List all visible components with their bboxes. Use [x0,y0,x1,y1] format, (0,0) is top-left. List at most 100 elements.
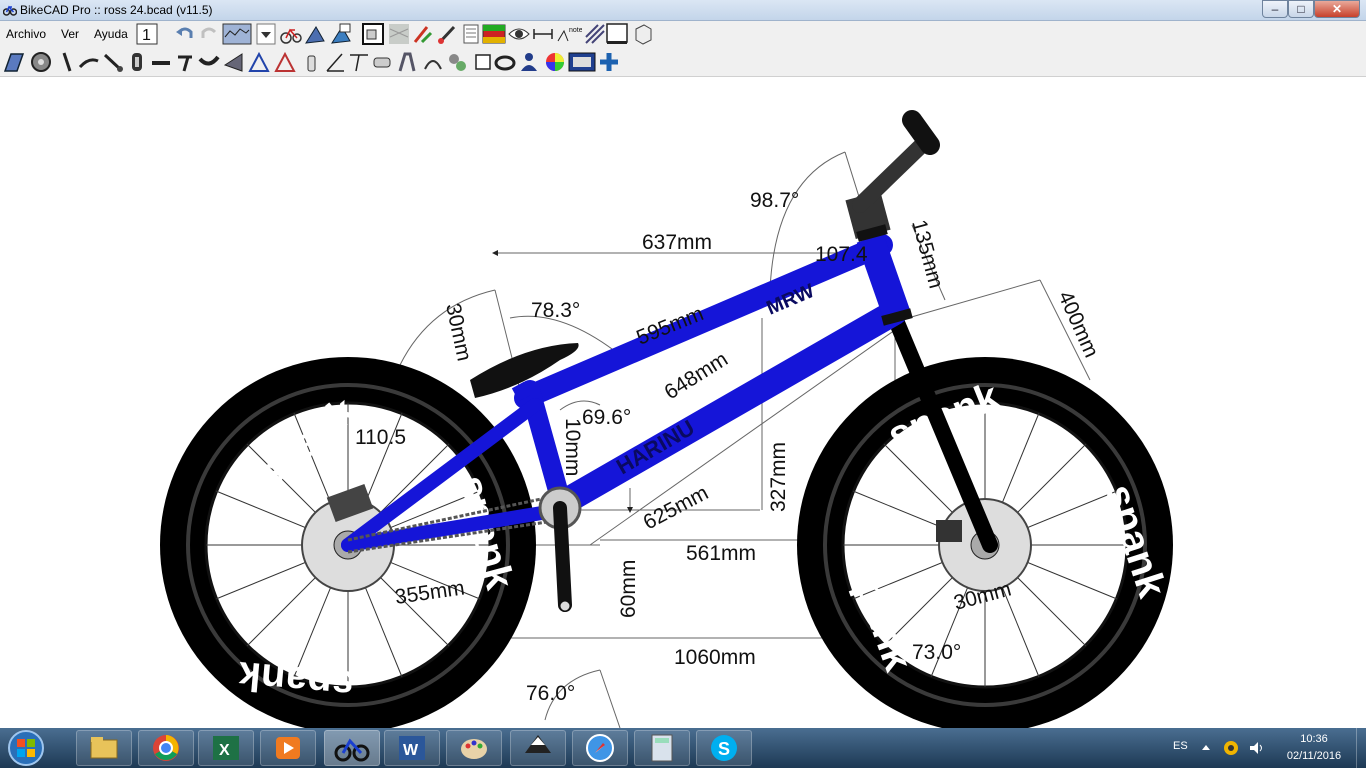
chrome-icon [153,735,179,761]
tray-expand-icon[interactable] [1200,742,1212,754]
notes-icon[interactable] [460,23,482,45]
box-icon[interactable] [632,23,654,45]
safari-icon [586,734,614,762]
graph-icon[interactable] [222,23,252,45]
handlebar-icon[interactable] [78,51,100,73]
texture-icon[interactable] [388,23,410,45]
tray-app-icon[interactable] [1222,739,1240,757]
dim-stack: 327mm [767,442,790,512]
display-icon[interactable] [568,51,596,73]
dropdown-icon[interactable] [256,23,276,45]
taskbar-calculator[interactable] [634,730,690,766]
seatpost-icon[interactable] [174,51,196,73]
dimension-icon[interactable] [532,23,554,45]
menu-ayuda[interactable]: Ayuda [94,27,128,41]
inkscape-icon [525,735,551,753]
volume-icon[interactable] [1248,739,1266,757]
crank-icon[interactable] [102,51,124,73]
paint-icon[interactable] [436,23,458,45]
taskbar: X W S ES 10:36 02/11/2016 [0,728,1366,768]
tool-icon[interactable] [372,51,394,73]
derailleur-icon[interactable] [446,51,468,73]
eye-icon[interactable] [508,23,530,45]
dim-seat-tube-small: 10mm [561,418,584,476]
frame-icon[interactable] [304,23,326,45]
redo-icon[interactable] [198,23,220,45]
dim-angle-inner: 69.6° [582,406,631,429]
rack-icon[interactable] [422,51,444,73]
frame-tool-icon[interactable] [3,51,25,73]
undo-icon[interactable] [174,23,196,45]
stem-icon[interactable] [150,51,172,73]
saddle-icon[interactable] [198,51,220,73]
dim-seat-angle: 78.3° [531,299,580,322]
taskbar-safari[interactable] [572,730,628,766]
pen-icon[interactable] [412,23,434,45]
layers-icon[interactable] [362,23,384,45]
bikecad-icon [334,738,370,762]
taskbar-word[interactable]: W [384,730,440,766]
excel-icon: X [213,736,239,760]
wheel-icon[interactable] [30,51,52,73]
maximize-button[interactable]: □ [1288,0,1314,18]
menu-ver[interactable]: Ver [61,27,79,41]
crank-arm [553,501,572,612]
dim-front-center: 561mm [686,542,756,565]
taskbar-bikecad[interactable] [324,730,380,766]
svg-text:S: S [718,739,730,759]
dim-effective: 625mm [640,481,713,534]
page-1-icon[interactable]: 1 [136,23,158,45]
taskbar-excel[interactable]: X [198,730,254,766]
media-player-icon [276,737,300,759]
dim-front-angle: 73.0° [912,641,961,664]
taskbar-chrome[interactable] [138,730,194,766]
svg-text:1: 1 [142,27,151,44]
frame-color-icon[interactable] [330,23,352,45]
word-icon: W [399,736,425,760]
frame-triangle-icon[interactable] [222,51,244,73]
fork-icon[interactable] [56,51,78,73]
tray-clock-time[interactable]: 10:36 [1290,733,1338,745]
handlebar [852,134,933,213]
bike-drawing[interactable]: spank spank spank spank spank spank MRW … [0,77,1366,728]
dim-fork-length: 400mm [1053,288,1102,361]
start-button-icon[interactable] [4,729,48,767]
fender-icon[interactable] [396,51,418,73]
taskbar-inkscape[interactable] [510,730,566,766]
chainring-icon[interactable] [126,51,148,73]
show-desktop-button[interactable] [1356,728,1366,768]
menu-archivo[interactable]: Archivo [6,27,46,41]
svg-text:note: note [569,27,582,34]
taskbar-media-player[interactable] [260,730,316,766]
calculator-icon [651,734,673,762]
drawing-canvas[interactable]: spank spank spank spank spank spank MRW … [0,77,1366,728]
close-button[interactable]: ✕ [1314,0,1360,18]
square-icon[interactable] [472,51,494,73]
rider-icon[interactable] [518,51,540,73]
blank-icon[interactable] [606,23,628,45]
title-bar: BikeCAD Pro :: ross 24.bcad (v11.5) – □ … [0,0,1366,21]
dim-reach-top: 637mm [642,231,712,254]
bag-icon[interactable] [494,51,516,73]
note-dimension-icon[interactable]: note [556,23,582,45]
shading-icon[interactable] [584,23,606,45]
minimize-button[interactable]: – [1262,0,1288,18]
dim-head-angle-partial: 107.4 [815,243,868,266]
taskbar-explorer[interactable] [76,730,132,766]
frame-outline-icon[interactable] [248,51,270,73]
angle-icon[interactable] [324,51,346,73]
frame-outline-red-icon[interactable] [274,51,296,73]
tray-language[interactable]: ES [1173,740,1188,752]
plus-icon[interactable] [598,51,620,73]
tee-icon[interactable] [348,51,370,73]
color-wheel-icon[interactable] [544,51,566,73]
dim-head-angle: 98.7° [750,189,799,212]
svg-text:W: W [403,742,419,759]
flag-icon[interactable] [482,23,506,45]
paint-icon [461,739,487,759]
bottle-icon[interactable] [300,51,322,73]
tray-clock-date[interactable]: 02/11/2016 [1282,750,1346,762]
bike-icon[interactable] [280,23,302,45]
taskbar-paint[interactable] [446,730,502,766]
taskbar-skype[interactable]: S [696,730,752,766]
